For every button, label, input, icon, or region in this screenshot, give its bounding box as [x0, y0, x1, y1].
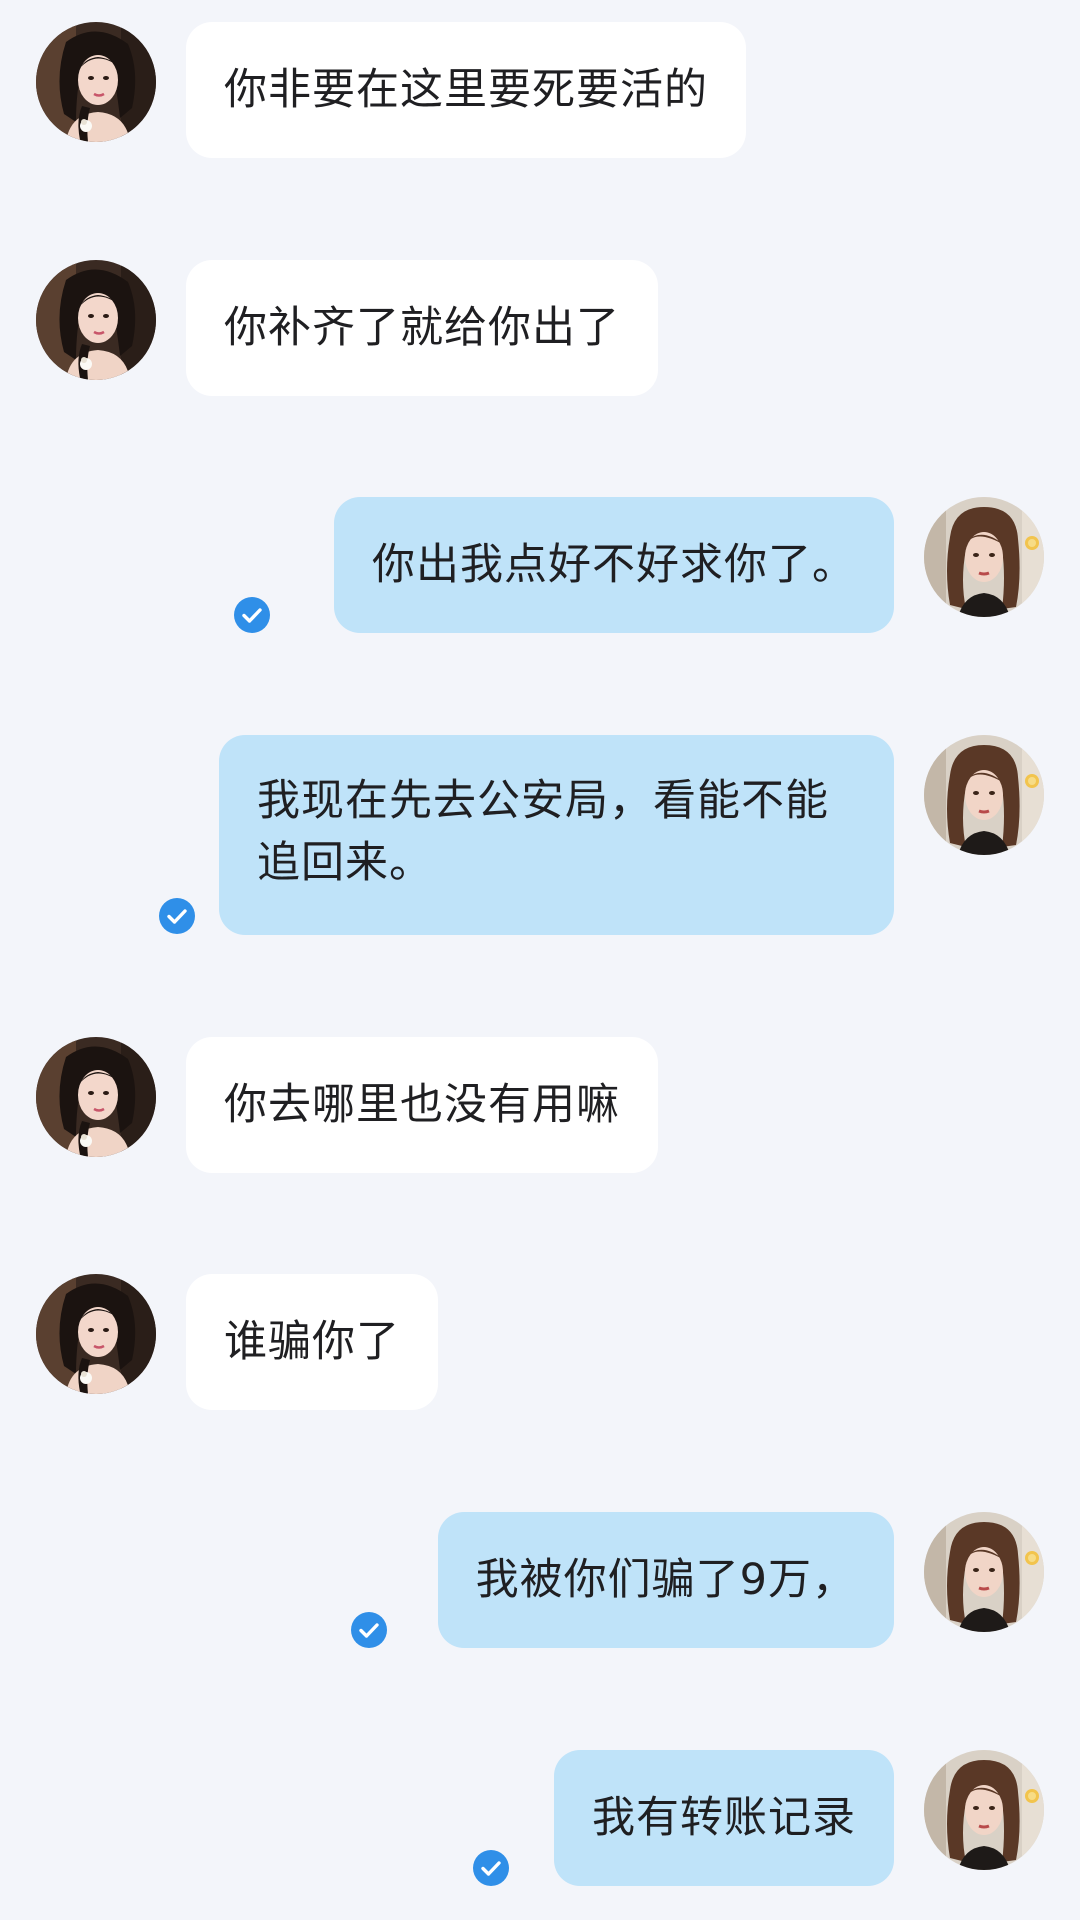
user-avatar[interactable]: [924, 735, 1044, 855]
read-receipt-icon: [159, 898, 195, 934]
message-bubble-incoming[interactable]: 你非要在这里要死要活的: [186, 22, 746, 158]
user-avatar[interactable]: [924, 1750, 1044, 1870]
read-receipt-icon: [351, 1612, 387, 1648]
message-bubble-outgoing[interactable]: 我有转账记录: [554, 1750, 894, 1886]
message-bubble-incoming[interactable]: 你补齐了就给你出了: [186, 260, 658, 396]
user-avatar[interactable]: [924, 1512, 1044, 1632]
message-bubble-incoming[interactable]: 谁骗你了: [186, 1274, 438, 1410]
read-receipt-icon: [234, 597, 270, 633]
chat-message-list[interactable]: 你非要在这里要死要活的 你补齐了就给你出了 你出我点好不好求你了。 我现在先去公…: [0, 0, 1080, 1920]
contact-avatar[interactable]: [36, 260, 156, 380]
contact-avatar[interactable]: [36, 1274, 156, 1394]
contact-avatar[interactable]: [36, 22, 156, 142]
message-bubble-outgoing[interactable]: 你出我点好不好求你了。: [334, 497, 894, 633]
message-bubble-outgoing[interactable]: 我现在先去公安局，看能不能追回来。: [219, 735, 894, 935]
read-receipt-icon: [473, 1850, 509, 1886]
user-avatar[interactable]: [924, 497, 1044, 617]
message-bubble-incoming[interactable]: 你去哪里也没有用嘛: [186, 1037, 658, 1173]
message-bubble-outgoing[interactable]: 我被你们骗了9万，: [437, 1512, 894, 1648]
contact-avatar[interactable]: [36, 1037, 156, 1157]
